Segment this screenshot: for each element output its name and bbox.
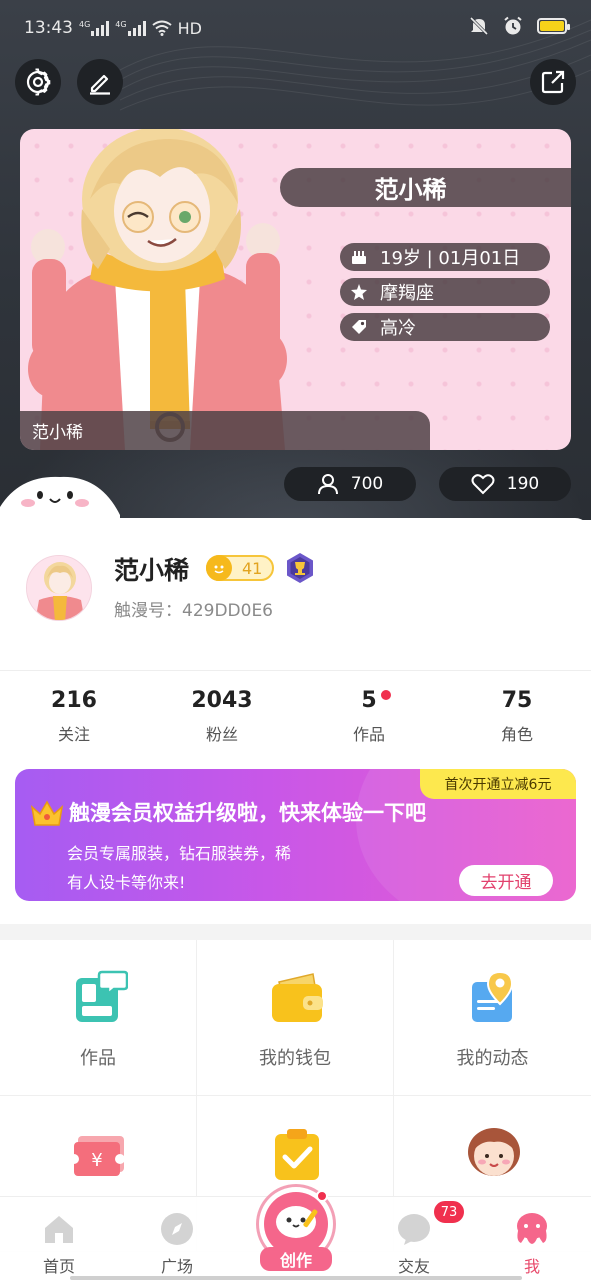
tab-me[interactable]: 我 [492,1211,572,1277]
location-card-icon [472,970,514,1022]
settings-button[interactable] [15,59,61,105]
user-id: 触漫号：429DD0E6 [114,601,274,621]
divider [0,670,591,671]
vip-description: 会员专属服装，钻石服装券，稀有人设卡等你来! [67,844,292,892]
constellation-text: 摩羯座 [380,283,434,304]
create-notification-dot [316,1190,328,1202]
battery-icon [537,18,570,34]
personality-tag-text: 高冷 [380,318,416,339]
level-number: 41 [242,558,263,578]
stat-works[interactable]: 5 作品 [295,688,443,745]
mascot-icon [0,476,120,520]
avatar-image [27,556,91,620]
grid-item-label: 作品 [80,1048,116,1069]
stat-value: 75 [501,688,533,713]
clipboard-check-icon [275,1129,319,1180]
stat-label: 作品 [352,725,385,744]
heart-icon [471,474,495,495]
stat-label: 关注 [57,725,90,744]
level-coin-icon [206,555,232,581]
star-icon [351,284,367,300]
signal-icon-2: 4G [115,20,146,36]
level-badge[interactable]: 41 [206,555,274,581]
tab-square[interactable]: 广场 [137,1211,217,1277]
stat-label: 角色 [500,725,533,744]
network-4g-label: 4G [79,20,91,29]
grid-item-works[interactable]: 作品 [0,940,197,1096]
vip-title: 触漫会员权益升级啦，快来体验一下吧 [69,801,426,825]
grid-item-label: 我的钱包 [259,1048,331,1069]
profile-header: 13:43 4G 4G HD 范小稀 19岁 | 01月01日 摩羯座 高冷 范… [0,0,591,520]
signal-icon: 4G [79,20,110,36]
character-illustration [28,129,287,450]
tab-label: 交友 [397,1257,430,1276]
profile-content: 范小稀 41 触漫号：429DD0E6 216 关注 2043 粉丝 5 作品 … [0,518,591,1280]
tag-icon [352,320,366,334]
vip-banner[interactable]: 首次开通立减6元 触漫会员权益升级啦，快来体验一下吧 会员专属服装，钻石服装券，… [15,769,576,901]
new-dot [380,690,391,700]
stat-following[interactable]: 216 关注 [0,688,148,745]
grid-item-moments[interactable]: 我的动态 [394,940,591,1096]
edit-profile-button[interactable] [77,59,123,105]
profile-card[interactable]: 范小稀 19岁 | 01月01日 摩羯座 高冷 范小稀 [20,129,571,450]
home-indicator[interactable] [70,1276,522,1280]
personality-tag-pill: 高冷 [340,313,550,341]
ticket-icon: ¥ [72,1136,125,1176]
stat-value: 216 [51,688,97,713]
vip-discount-tag: 首次开通立减6元 [420,769,576,799]
stat-fans[interactable]: 2043 粉丝 [148,688,296,745]
age-birthday-text: 19岁 | 01月01日 [380,248,521,269]
section-gap [0,924,591,940]
tab-label: 首页 [42,1257,75,1276]
girl-face-icon [468,1128,520,1176]
friends-unread-badge: 73 [432,1199,466,1225]
visitors-pill[interactable]: 700 [284,467,416,501]
stat-value: 2043 [191,688,253,713]
grid-item-label: 我的动态 [456,1048,529,1069]
vip-open-button[interactable]: 去开通 [459,865,553,896]
cake-icon [352,251,366,264]
likes-pill[interactable]: 190 [439,467,571,501]
crown-icon [30,800,64,826]
tab-home[interactable]: 首页 [19,1211,99,1277]
hd-label: HD [177,18,202,38]
pencil-icon [90,74,110,95]
age-birthday-pill: 19岁 | 01月01日 [340,243,550,271]
likes-count: 190 [506,474,540,494]
card-character-label: 范小稀 [20,411,430,450]
wifi-icon [151,20,172,36]
medal-icon[interactable] [284,552,316,584]
mute-icon [469,16,489,36]
stat-value: 5 [361,688,377,713]
tab-label: 广场 [160,1257,193,1276]
status-time: 13:43 [24,18,73,38]
create-label: 创作 [260,1247,332,1271]
status-bar: 13:43 4G 4G HD [0,0,591,60]
octopus-icon [517,1213,547,1244]
person-icon [317,474,338,495]
network-4g-label-2: 4G [115,20,127,29]
constellation-pill: 摩羯座 [340,278,550,306]
tab-label: 我 [523,1257,540,1276]
stat-characters[interactable]: 75 角色 [443,688,591,745]
avatar[interactable] [26,555,92,621]
visitors-count: 700 [350,474,384,494]
chat-bubble-icon [398,1214,430,1245]
stat-value-works: 5 [361,688,391,713]
gear-icon [26,68,51,96]
card-name-banner: 范小稀 [280,168,571,207]
profile-name: 范小稀 [114,556,190,585]
alarm-icon [504,16,522,35]
share-button[interactable] [530,59,576,105]
stats-row: 216 关注 2043 粉丝 5 作品 75 角色 [0,688,591,748]
grid-item-wallet[interactable]: 我的钱包 [197,940,394,1096]
home-icon [45,1216,73,1243]
svg-text:¥: ¥ [91,1150,102,1171]
stat-label: 粉丝 [205,725,238,744]
compass-icon [161,1213,193,1245]
share-icon [541,70,565,94]
wallet-icon [272,973,323,1022]
works-icon [76,970,128,1022]
